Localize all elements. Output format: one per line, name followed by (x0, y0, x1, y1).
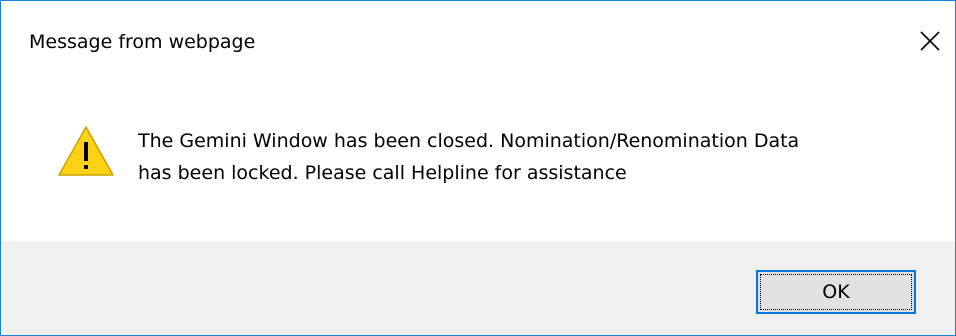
dialog-footer: OK (1, 241, 955, 335)
title-bar: Message from webpage (1, 1, 955, 91)
message-line-2: has been locked. Please call Helpline fo… (138, 162, 627, 184)
warning-icon (58, 126, 114, 176)
dialog-content: The Gemini Window has been closed. Nomin… (1, 91, 955, 241)
ok-button-label: OK (822, 281, 850, 303)
message-dialog: Message from webpage The Gemini Window h… (0, 0, 956, 336)
ok-button[interactable]: OK (756, 270, 916, 314)
close-x-icon (920, 31, 940, 51)
message-line-1: The Gemini Window has been closed. Nomin… (138, 130, 800, 152)
dialog-title: Message from webpage (29, 31, 256, 53)
dialog-message: The Gemini Window has been closed. Nomin… (138, 125, 928, 189)
close-button[interactable] (905, 11, 955, 71)
